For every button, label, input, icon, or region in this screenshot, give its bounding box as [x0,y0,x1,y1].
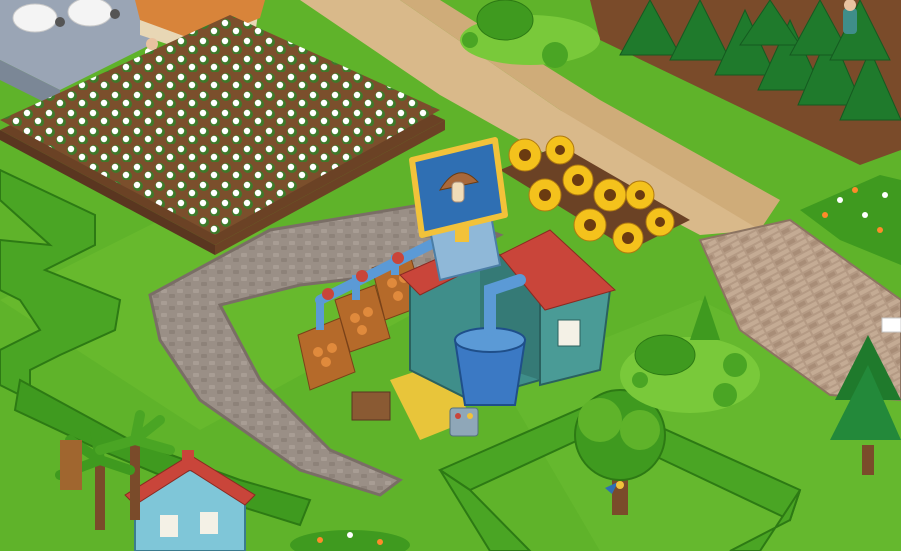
game-scene[interactable] [0,0,901,551]
fence-post [881,317,901,333]
supply-crate[interactable] [351,391,391,421]
control-panel[interactable] [449,407,479,437]
farmer-character-2[interactable] [843,0,857,34]
